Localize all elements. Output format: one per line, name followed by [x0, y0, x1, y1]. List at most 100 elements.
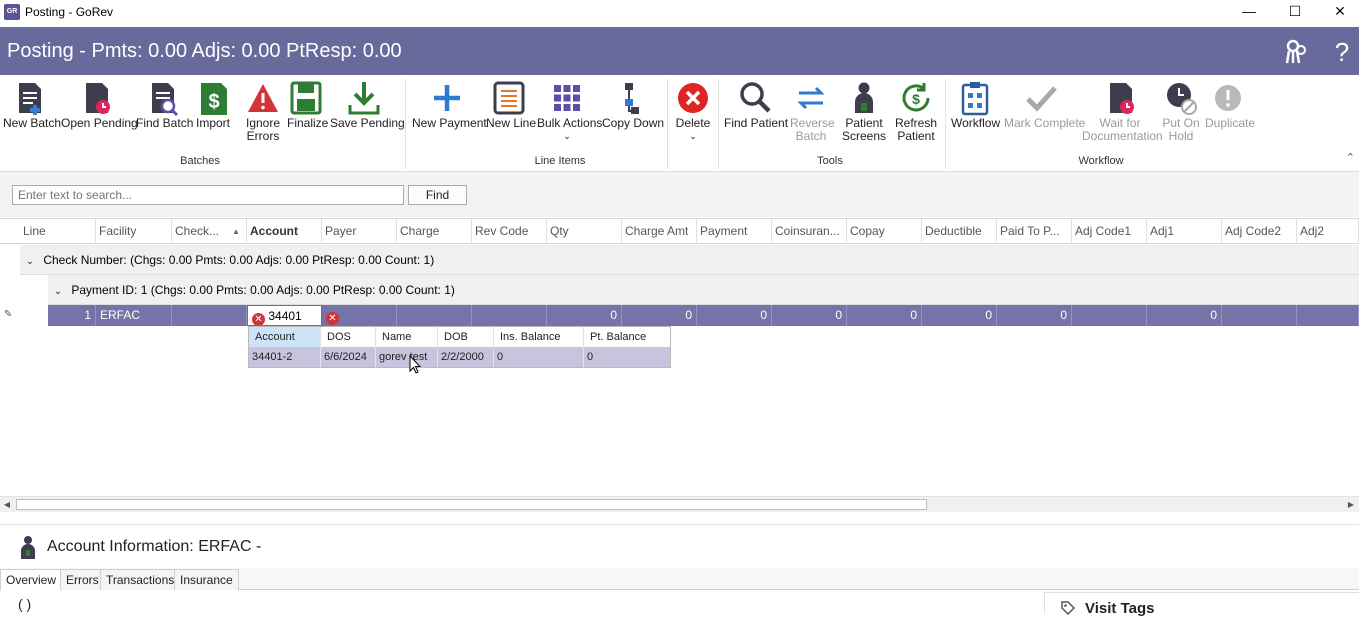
workflow-button[interactable]: Workflow	[951, 79, 1000, 130]
column-header[interactable]: Qty	[547, 219, 622, 244]
lookup-column-header[interactable]: DOB	[438, 327, 494, 347]
search-input[interactable]	[12, 185, 404, 205]
minimize-button[interactable]: —	[1226, 0, 1272, 25]
chevron-down-icon[interactable]: ⌄	[48, 277, 68, 307]
column-header[interactable]: Account	[247, 219, 322, 244]
group-row-check-number[interactable]: ⌄ Check Number: (Chgs: 0.00 Pmts: 0.00 A…	[20, 245, 1359, 275]
plus-icon	[434, 85, 460, 111]
find-batch-button[interactable]: Find Batch	[136, 79, 193, 130]
new-line-button[interactable]: New Line	[486, 79, 536, 130]
delete-x-icon	[678, 83, 708, 113]
new-batch-button[interactable]: New Batch	[3, 79, 61, 130]
group-label-workflow: Workflow	[1078, 155, 1124, 167]
save-pending-button[interactable]: Save Pending	[330, 79, 405, 130]
cell-deductible[interactable]: 0	[922, 305, 997, 326]
window-title: Posting - GoRev	[25, 5, 114, 19]
ignore-errors-button[interactable]: Ignore Errors	[244, 79, 282, 143]
lookup-result-row[interactable]: 34401-2 6/6/2024 gorev test 2/2/2000 0 0	[249, 347, 670, 367]
mark-complete-button[interactable]: Mark Complete	[1004, 79, 1085, 130]
scroll-right-icon[interactable]: ▶	[1344, 498, 1358, 512]
tab-transactions[interactable]: Transactions	[100, 569, 181, 590]
refresh-dollar-icon: $	[902, 83, 930, 112]
help-icon[interactable]: ?	[1327, 37, 1357, 67]
column-header[interactable]: Coinsuran...	[772, 219, 847, 244]
column-header[interactable]: Deductible	[922, 219, 997, 244]
cell-qty[interactable]: 0	[547, 305, 622, 326]
cell-adj2[interactable]	[1297, 305, 1359, 326]
page-header: Posting - Pmts: 0.00 Adjs: 0.00 PtResp: …	[0, 27, 1359, 75]
close-window-button[interactable]: ✕	[1317, 0, 1359, 25]
put-on-hold-button[interactable]: Put On Hold	[1162, 79, 1200, 143]
column-header[interactable]: Adj Code2	[1222, 219, 1297, 244]
copy-down-button[interactable]: Copy Down	[602, 79, 664, 130]
table-row[interactable]: 1 ERFAC ✕ 34401 ✕ 0 0 0 0 0 0 0 0	[48, 305, 1359, 326]
cell-rev-code[interactable]	[472, 305, 547, 326]
scrollbar-thumb[interactable]	[16, 499, 927, 510]
grid-dots-icon	[554, 85, 580, 111]
horizontal-scrollbar[interactable]: ◀ ▶	[0, 496, 1359, 512]
tab-errors[interactable]: Errors	[60, 569, 105, 590]
cell-charge-amt[interactable]: 0	[622, 305, 697, 326]
cell-adj-code1[interactable]	[1072, 305, 1147, 326]
detail-tabs: Overview Errors Transactions Insurance	[0, 568, 1359, 591]
scroll-left-icon[interactable]: ◀	[0, 498, 14, 512]
column-header[interactable]: Rev Code	[472, 219, 547, 244]
lookup-column-header[interactable]: DOS	[321, 327, 376, 347]
collapse-ribbon-icon[interactable]: ⌃	[1346, 151, 1355, 164]
column-header[interactable]: Payer	[322, 219, 397, 244]
lookup-column-header[interactable]: Ins. Balance	[494, 327, 584, 347]
chevron-down-icon[interactable]: ⌄	[20, 247, 40, 277]
refresh-patient-button[interactable]: $ Refresh Patient	[894, 79, 938, 143]
lookup-column-header[interactable]: Name	[376, 327, 438, 347]
column-header[interactable]: Payment	[697, 219, 772, 244]
find-patient-button[interactable]: Find Patient	[724, 79, 788, 130]
svg-text:$: $	[912, 91, 920, 107]
patient-icon	[855, 82, 873, 113]
column-header[interactable]: Charge	[397, 219, 472, 244]
cell-facility[interactable]: ERFAC	[96, 305, 172, 326]
column-header[interactable]: Adj1	[1147, 219, 1222, 244]
open-pending-button[interactable]: Open Pending	[61, 79, 138, 130]
user-keys-icon[interactable]	[1281, 37, 1311, 67]
bulk-actions-button[interactable]: Bulk Actions ⌄	[537, 79, 602, 143]
tab-insurance[interactable]: Insurance	[174, 569, 239, 590]
cell-payer[interactable]: ✕	[322, 305, 397, 326]
tag-icon	[1061, 601, 1075, 615]
import-dollar-icon: $	[201, 83, 227, 115]
column-header[interactable]: Adj2	[1297, 219, 1359, 244]
column-header[interactable]: Adj Code1	[1072, 219, 1147, 244]
import-button[interactable]: $ Import	[194, 79, 232, 130]
reverse-batch-button[interactable]: Reverse Batch	[790, 79, 835, 143]
cell-charge[interactable]	[397, 305, 472, 326]
duplicate-button[interactable]: Duplicate	[1205, 79, 1255, 130]
column-header[interactable]: Line	[20, 219, 96, 244]
group-row-payment-id[interactable]: ⌄ Payment ID: 1 (Chgs: 0.00 Pmts: 0.00 A…	[48, 275, 1359, 305]
cell-check[interactable]	[172, 305, 247, 326]
new-payment-button[interactable]: New Payment	[412, 79, 487, 130]
account-input-cell[interactable]: ✕ 34401	[247, 305, 322, 326]
cell-coinsurance[interactable]: 0	[772, 305, 847, 326]
delete-button[interactable]: Delete ⌄	[674, 79, 712, 143]
maximize-button[interactable]: ☐	[1272, 0, 1318, 25]
column-header[interactable]: Check... ▲	[172, 219, 247, 244]
lookup-column-header[interactable]: Account	[249, 327, 321, 347]
column-header[interactable]: Charge Amt	[622, 219, 697, 244]
cell-adj1[interactable]: 0	[1147, 305, 1222, 326]
column-header[interactable]: Facility	[96, 219, 172, 244]
cell-line[interactable]: 1	[48, 305, 96, 326]
cell-payment[interactable]: 0	[697, 305, 772, 326]
patient-screens-button[interactable]: Patient Screens	[838, 79, 890, 143]
find-button[interactable]: Find	[408, 185, 467, 205]
warning-icon	[248, 84, 278, 112]
cell-paid-to-p[interactable]: 0	[997, 305, 1072, 326]
finalize-button[interactable]: Finalize	[287, 79, 328, 130]
cell-copay[interactable]: 0	[847, 305, 922, 326]
column-header[interactable]: Copay	[847, 219, 922, 244]
cell-adj-code2[interactable]	[1222, 305, 1297, 326]
wait-for-documentation-button[interactable]: Wait for Documentation	[1082, 79, 1163, 143]
group-label-batches: Batches	[180, 155, 220, 167]
lookup-column-header[interactable]: Pt. Balance	[584, 327, 670, 347]
copy-down-icon	[625, 83, 639, 114]
column-header[interactable]: Paid To P...	[997, 219, 1072, 244]
tab-overview[interactable]: Overview	[0, 569, 63, 591]
